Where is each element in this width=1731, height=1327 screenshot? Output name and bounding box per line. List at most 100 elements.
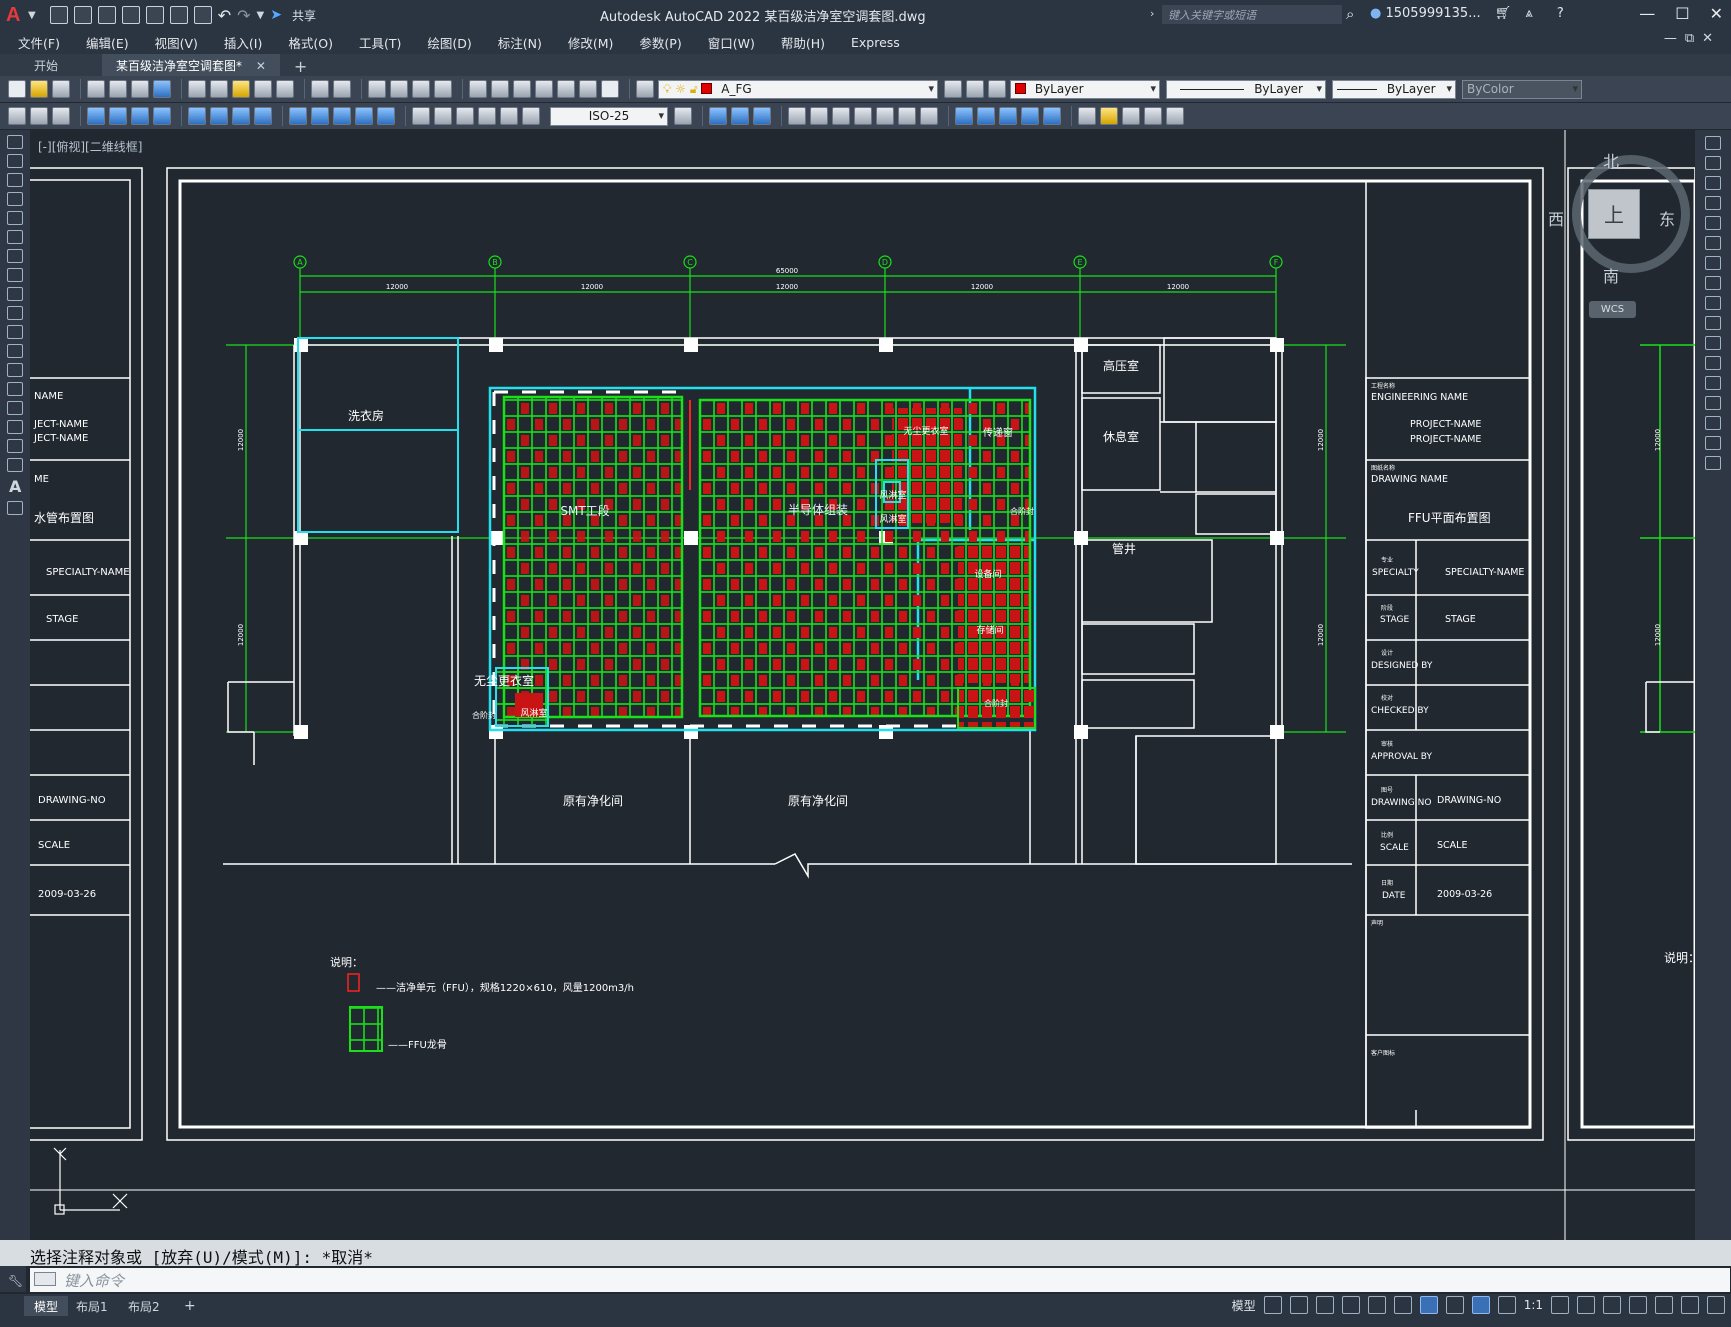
workspace-icon[interactable] [1551, 1296, 1569, 1314]
circle-icon[interactable] [7, 249, 23, 263]
snap-icon[interactable] [1289, 1296, 1308, 1314]
tab-layout2[interactable]: 布局2 [118, 1296, 170, 1316]
modify-tool-icon[interactable] [810, 107, 828, 125]
chamfer-icon[interactable] [1705, 396, 1721, 410]
view-tool-icon[interactable] [977, 107, 995, 125]
paste-icon[interactable] [232, 80, 250, 98]
help-icon[interactable] [601, 80, 619, 98]
autodesk-app-icon[interactable]: ⩓ [1525, 6, 1532, 21]
user-account[interactable]: ● 1505999135... 🛒︎ ⩓ ? [1370, 6, 1564, 21]
new-icon[interactable] [49, 6, 68, 24]
share-button[interactable]: 共享 [292, 7, 316, 24]
erase-icon[interactable] [1705, 136, 1721, 150]
plus-icon[interactable] [1577, 1296, 1595, 1314]
menu-express[interactable]: Express [851, 35, 900, 50]
construction-line-icon[interactable] [7, 154, 23, 168]
save-web-icon[interactable] [169, 6, 188, 24]
mirror-icon[interactable] [1705, 176, 1721, 190]
copy-icon[interactable] [210, 80, 228, 98]
jogged-linear-icon[interactable] [478, 107, 496, 125]
modify-tool-icon[interactable] [898, 107, 916, 125]
tab-start[interactable]: 开始 [20, 54, 72, 76]
search-icon[interactable]: ⌕ [1346, 5, 1354, 23]
add-selected-icon[interactable] [7, 501, 23, 515]
inspection-icon[interactable] [456, 107, 474, 125]
menu-parametric[interactable]: 参数(P) [639, 33, 681, 52]
arc-length-icon[interactable] [131, 107, 149, 125]
ortho-icon[interactable] [1315, 1296, 1334, 1314]
annotation-visibility-icon[interactable] [1471, 1296, 1490, 1314]
copy-icon[interactable] [1705, 156, 1721, 170]
tool-icon[interactable] [52, 107, 70, 125]
trim-icon[interactable] [1705, 316, 1721, 330]
save-icon[interactable] [52, 80, 70, 98]
search-input[interactable]: 键入关键字或短语 [1162, 5, 1342, 24]
help-icon[interactable]: ? [1557, 6, 1564, 21]
tab-close-icon[interactable]: ✕ [256, 59, 266, 73]
ordinate-icon[interactable] [153, 107, 171, 125]
menu-view[interactable]: 视图(V) [155, 33, 198, 52]
modify-tool-icon[interactable] [788, 107, 806, 125]
baseline-icon[interactable] [311, 107, 329, 125]
open-icon[interactable] [73, 6, 92, 24]
add-layout-button[interactable]: + [174, 1296, 206, 1316]
spline-icon[interactable] [7, 287, 23, 301]
menu-window[interactable]: 窗口(W) [708, 33, 755, 52]
angular-icon[interactable] [254, 107, 272, 125]
hardware-acceleration-icon[interactable] [1655, 1296, 1673, 1314]
menu-draw[interactable]: 绘图(D) [427, 33, 471, 52]
break-icon[interactable] [1705, 356, 1721, 370]
quickcalc-icon[interactable] [579, 80, 597, 98]
publish-icon[interactable] [131, 80, 149, 98]
undo-icon[interactable]: ↶ [218, 6, 231, 25]
layer-properties-icon[interactable] [636, 80, 654, 98]
menu-file[interactable]: 文件(F) [18, 33, 60, 52]
tab-layout1[interactable]: 布局1 [66, 1296, 118, 1316]
viewcube-west[interactable]: 西 [1548, 206, 1564, 230]
document-window-controls[interactable]: —⧉✕ [1664, 31, 1721, 46]
jogged-icon[interactable] [210, 107, 228, 125]
render-tool-icon[interactable] [1166, 107, 1184, 125]
make-current-icon[interactable] [944, 80, 962, 98]
customize-command-icon[interactable]: 🔧︎ [8, 1274, 26, 1288]
render-tool-icon[interactable] [1122, 107, 1140, 125]
viewcube-east[interactable]: 东 [1659, 206, 1675, 230]
rectangle-icon[interactable] [7, 211, 23, 225]
linetype-dropdown[interactable]: ByLayer [1166, 79, 1326, 99]
dimension-style-icon[interactable] [674, 107, 692, 125]
annotation-scale[interactable]: 1:1 [1524, 1298, 1543, 1312]
make-block-icon[interactable] [7, 363, 23, 377]
view-tool-icon[interactable] [1021, 107, 1039, 125]
lineweight-dropdown[interactable]: ByLayer [1332, 79, 1456, 99]
maximize-icon[interactable]: ☐ [1675, 4, 1689, 23]
modify-tool-icon[interactable] [876, 107, 894, 125]
view-tool-icon[interactable] [999, 107, 1017, 125]
viewport-controls[interactable]: [-][俯视][二维线框] [38, 138, 142, 155]
block-editor-icon[interactable] [276, 80, 294, 98]
plot-icon[interactable] [87, 80, 105, 98]
new-tab-button[interactable]: + [294, 56, 307, 76]
view-tool-icon[interactable] [955, 107, 973, 125]
open-web-icon[interactable] [145, 6, 164, 24]
undo-icon[interactable] [311, 80, 329, 98]
center-mark-icon[interactable] [434, 107, 452, 125]
viewcube-north[interactable]: 北 [1603, 148, 1619, 172]
menu-modify[interactable]: 修改(M) [568, 33, 614, 52]
search-expand-icon[interactable]: › [1150, 7, 1154, 20]
lineweight-icon[interactable] [1445, 1296, 1464, 1314]
object-snap-icon[interactable] [1419, 1296, 1438, 1314]
units-icon[interactable] [1603, 1296, 1621, 1314]
match-properties-icon[interactable] [254, 80, 272, 98]
redo-icon[interactable]: ↷ [237, 6, 250, 25]
design-center-icon[interactable] [491, 80, 509, 98]
render-tool-icon[interactable] [1100, 107, 1118, 125]
line-icon[interactable] [7, 135, 23, 149]
polygon-icon[interactable] [7, 192, 23, 206]
text-icon[interactable]: A [9, 477, 21, 496]
cut-icon[interactable] [188, 80, 206, 98]
modify-tool-icon[interactable] [854, 107, 872, 125]
customize-qa-icon[interactable]: ▼ [257, 10, 265, 21]
continue-icon[interactable] [333, 107, 351, 125]
aligned-dimension-icon[interactable] [109, 107, 127, 125]
gradient-icon[interactable] [7, 420, 23, 434]
